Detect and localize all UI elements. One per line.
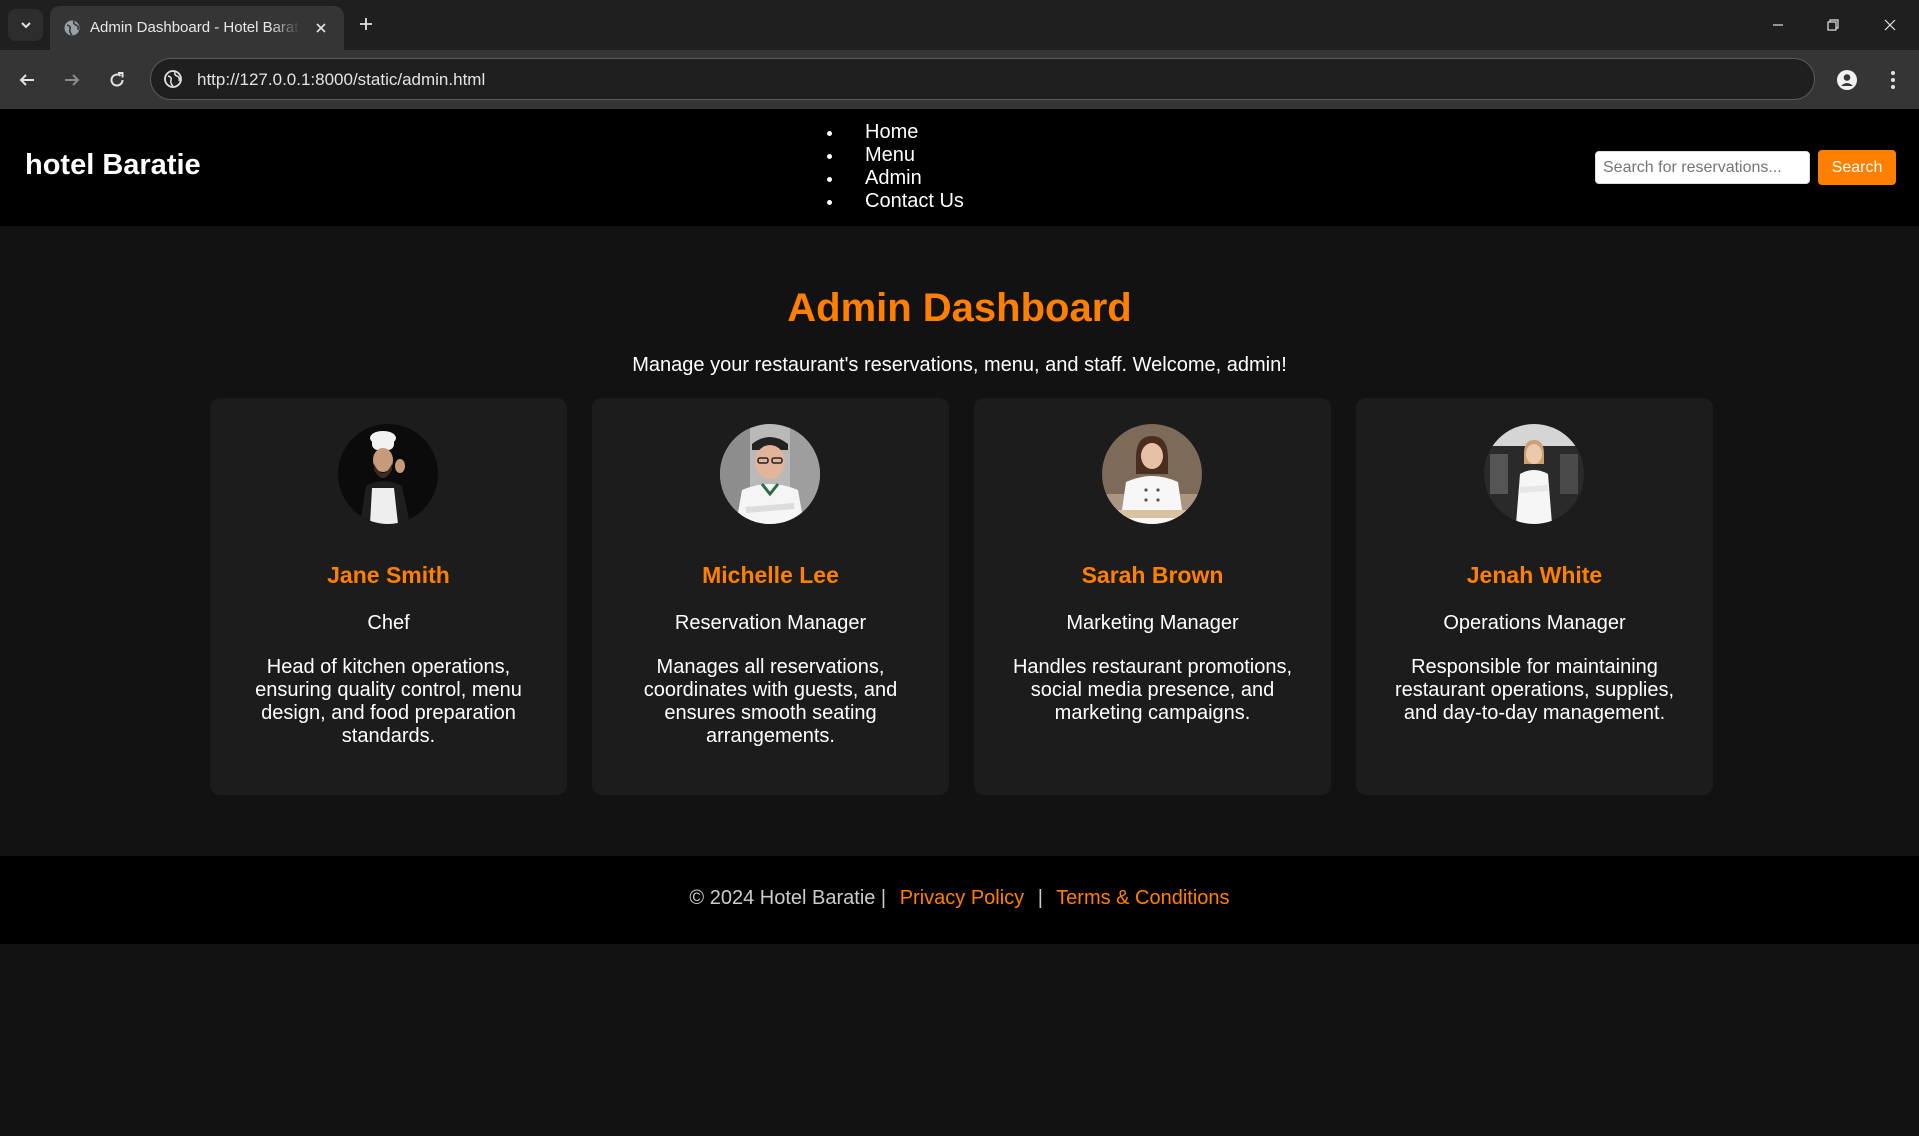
arrow-left-icon xyxy=(19,74,34,86)
staff-role: Reservation Manager xyxy=(674,612,867,634)
profile-button[interactable] xyxy=(1830,63,1864,97)
staff-role: Marketing Manager xyxy=(1066,612,1239,634)
staff-card: Sarah Brown Marketing Manager Handles re… xyxy=(974,398,1331,795)
staff-role: Operations Manager xyxy=(1443,612,1626,634)
browser-tab-active[interactable]: Admin Dashboard - Hotel Baratie xyxy=(50,6,344,50)
footer-separator: | xyxy=(1037,887,1043,909)
minimize-icon xyxy=(1773,24,1783,26)
forward-button[interactable] xyxy=(55,63,89,97)
globe-icon xyxy=(64,20,80,36)
minimize-button[interactable] xyxy=(1758,8,1798,42)
close-icon xyxy=(1884,19,1896,31)
site-logo[interactable]: hotel Baratie xyxy=(25,149,201,182)
page-title: Admin Dashboard xyxy=(787,286,1132,330)
staff-name: Jenah White xyxy=(1466,562,1603,588)
nav-link-menu[interactable]: Menu xyxy=(865,144,915,166)
tab-title: Admin Dashboard - Hotel Baratie xyxy=(90,19,300,36)
close-icon xyxy=(316,23,326,33)
reservation-search-input[interactable] xyxy=(1595,151,1810,184)
page-content: hotel Baratie Home Menu Admin Contact Us… xyxy=(0,109,1919,1136)
staff-name: Michelle Lee xyxy=(702,562,839,588)
new-tab-button[interactable] xyxy=(352,10,380,38)
page-subtitle: Manage your restaurant's reservations, m… xyxy=(632,354,1287,376)
terms-link[interactable]: Terms & Conditions xyxy=(1056,887,1229,909)
more-vert-icon xyxy=(1891,71,1895,89)
nav-link-admin[interactable]: Admin xyxy=(865,167,922,189)
tab-close-button[interactable] xyxy=(310,17,332,39)
avatar xyxy=(1102,424,1202,524)
tab-search-button[interactable] xyxy=(8,9,43,41)
avatar xyxy=(1484,424,1584,524)
staff-description: Manages all reservations, coordinates wi… xyxy=(643,656,898,747)
staff-role: Chef xyxy=(367,612,410,634)
chevron-down-icon xyxy=(20,22,31,29)
restore-button[interactable] xyxy=(1813,8,1853,42)
address-bar[interactable]: http://127.0.0.1:8000/static/admin.html xyxy=(150,58,1815,100)
user-icon xyxy=(1837,70,1857,90)
browser-tabstrip: Admin Dashboard - Hotel Baratie xyxy=(0,0,1919,50)
site-header: hotel Baratie Home Menu Admin Contact Us… xyxy=(0,109,1919,226)
window-close-button[interactable] xyxy=(1870,8,1910,42)
copyright-text: © 2024 Hotel Baratie | xyxy=(689,887,887,909)
site-footer: © 2024 Hotel Baratie | Privacy Policy | … xyxy=(0,856,1919,944)
back-button[interactable] xyxy=(10,63,44,97)
nav-item-home: Home xyxy=(827,121,964,144)
search-button[interactable]: Search xyxy=(1818,150,1896,185)
avatar xyxy=(338,424,438,524)
site-info-icon[interactable] xyxy=(163,69,183,89)
staff-description: Handles restaurant promotions, social me… xyxy=(1012,656,1293,724)
nav-item-admin: Admin xyxy=(827,167,964,190)
plus-icon xyxy=(360,18,372,30)
arrow-right-icon xyxy=(65,74,80,86)
staff-card: Jenah White Operations Manager Responsib… xyxy=(1356,398,1713,795)
staff-name: Jane Smith xyxy=(327,562,450,588)
browser-menu-button[interactable] xyxy=(1876,63,1910,97)
nav-item-contact: Contact Us xyxy=(827,190,964,213)
staff-card: Michelle Lee Reservation Manager Manages… xyxy=(592,398,949,795)
footer-line: © 2024 Hotel Baratie | Privacy Policy | … xyxy=(0,887,1919,910)
staff-card: Jane Smith Chef Head of kitchen operatio… xyxy=(210,398,567,795)
nav-link-contact[interactable]: Contact Us xyxy=(865,190,964,212)
privacy-policy-link[interactable]: Privacy Policy xyxy=(900,887,1024,909)
browser-toolbar: http://127.0.0.1:8000/static/admin.html xyxy=(0,50,1919,109)
staff-cards: Jane Smith Chef Head of kitchen operatio… xyxy=(210,398,1713,795)
staff-description: Head of kitchen operations, ensuring qua… xyxy=(255,656,522,747)
url-text[interactable]: http://127.0.0.1:8000/static/admin.html xyxy=(197,70,485,90)
reload-button[interactable] xyxy=(100,63,134,97)
staff-description: Responsible for maintaining restaurant o… xyxy=(1394,656,1675,724)
staff-name: Sarah Brown xyxy=(1081,562,1224,588)
nav-item-menu: Menu xyxy=(827,144,964,167)
nav-link-home[interactable]: Home xyxy=(865,121,918,143)
restore-icon xyxy=(1827,19,1839,31)
main-nav: Home Menu Admin Contact Us xyxy=(827,121,964,213)
avatar xyxy=(720,424,820,524)
reload-icon xyxy=(110,72,124,87)
